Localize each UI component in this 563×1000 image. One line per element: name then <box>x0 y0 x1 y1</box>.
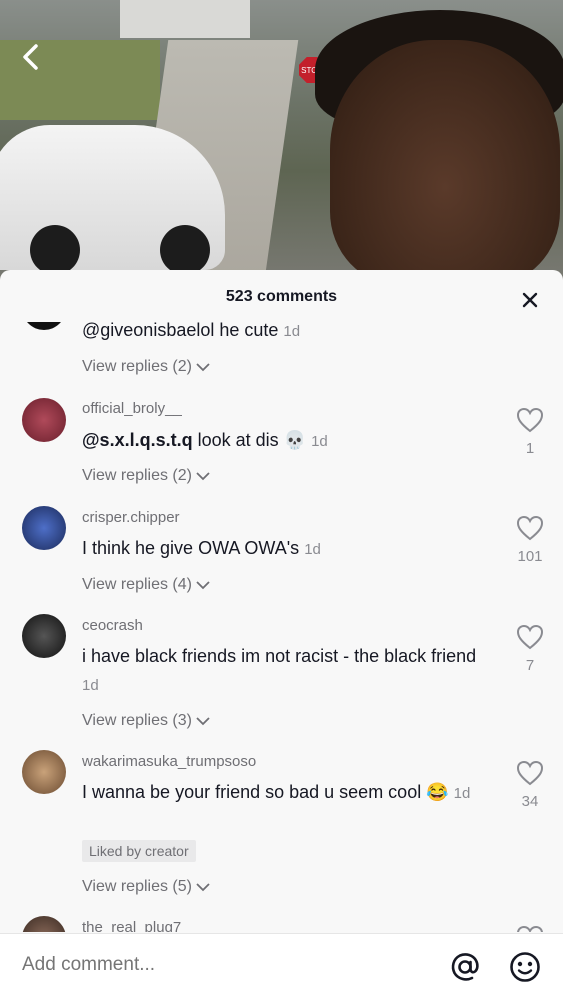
heart-icon <box>516 515 544 541</box>
comment-username[interactable]: ceocrash <box>82 617 143 634</box>
view-replies-button[interactable]: View replies (5) <box>82 878 210 896</box>
view-replies-button[interactable]: View replies (2) <box>82 467 210 485</box>
avatar[interactable] <box>22 750 66 794</box>
comment-list: @giveonisbaelol he cute 1d View replies … <box>0 322 563 932</box>
comment-text: I wanna be your friend so bad u seem coo… <box>82 782 471 802</box>
comment-username[interactable]: wakarimasuka_trumpsoso <box>82 753 256 770</box>
view-replies-button[interactable]: View replies (2) <box>82 358 210 376</box>
view-replies-button[interactable]: View replies (3) <box>82 712 210 730</box>
heart-icon <box>516 407 544 433</box>
back-icon[interactable] <box>14 40 48 74</box>
like-count: 7 <box>525 657 535 674</box>
like-button[interactable]: 7 <box>514 624 546 674</box>
close-icon[interactable] <box>516 286 544 314</box>
like-button[interactable]: 101 <box>514 515 546 565</box>
avatar[interactable] <box>22 398 66 442</box>
comment-username[interactable]: crisper.chipper <box>82 509 180 526</box>
house <box>120 0 250 38</box>
comment-text: @giveonisbaelol he cute 1d <box>82 322 301 340</box>
mention-link[interactable]: @s.x.l.q.s.t.q <box>82 430 193 450</box>
heart-icon <box>516 760 544 786</box>
emoji-icon[interactable] <box>508 950 542 984</box>
like-button[interactable] <box>514 925 546 932</box>
avatar[interactable] <box>22 916 66 932</box>
comment-text: @s.x.l.q.s.t.q look at dis 💀 1d <box>82 430 328 450</box>
mention-icon[interactable] <box>448 950 482 984</box>
like-button[interactable]: 1 <box>514 407 546 457</box>
like-button[interactable]: 34 <box>514 760 546 810</box>
avatar[interactable] <box>22 614 66 658</box>
comment-text: I think he give OWA OWA's 1d <box>82 538 321 558</box>
heart-icon <box>516 624 544 650</box>
comment-text: i have black friends im not racist - the… <box>82 646 477 694</box>
like-count: 34 <box>521 793 539 810</box>
liked-by-creator-badge: Liked by creator <box>82 840 196 862</box>
comment-username[interactable]: the_real_plug7 <box>82 919 181 932</box>
comment-username[interactable]: official_broly__ <box>82 400 182 417</box>
add-comment-input[interactable] <box>22 954 402 976</box>
white-car <box>0 125 225 275</box>
comment-input-bar <box>0 933 563 1000</box>
avatar[interactable] <box>22 506 66 550</box>
person-face <box>330 40 560 285</box>
comment-count: 523 comments <box>225 288 338 305</box>
comments-sheet: 523 comments @giveonisbaelol he cute 1d … <box>0 270 563 1000</box>
like-count: 1 <box>525 440 535 457</box>
avatar[interactable] <box>22 322 66 330</box>
video-background: STOP <box>0 0 563 285</box>
sheet-header: 523 comments <box>0 270 563 322</box>
heart-icon <box>517 925 543 932</box>
view-replies-button[interactable]: View replies (4) <box>82 576 210 594</box>
like-count: 101 <box>517 548 543 565</box>
